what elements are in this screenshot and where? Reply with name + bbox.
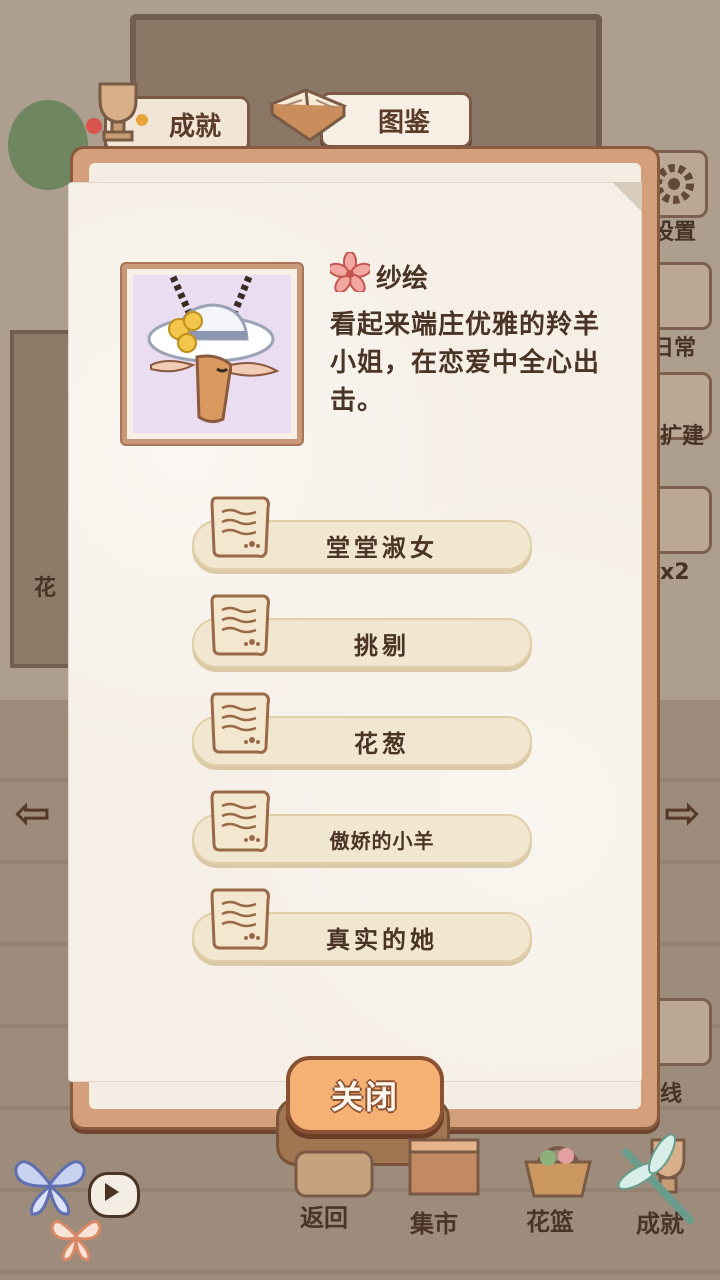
trait-label: 挑剔 xyxy=(354,631,410,660)
basket-icon xyxy=(524,1146,592,1198)
trophy-icon xyxy=(86,82,148,142)
note-icon xyxy=(210,888,270,950)
flower-icon xyxy=(330,252,370,292)
market-label: 集市 xyxy=(410,1210,458,1238)
note-icon xyxy=(210,496,270,558)
trait-label: 堂堂淑女 xyxy=(326,533,438,562)
character-name: 纱绘 xyxy=(376,264,429,294)
note-icon xyxy=(210,692,270,754)
trait-label: 真实的她 xyxy=(326,925,438,954)
back-label: 返回 xyxy=(300,1204,348,1232)
trait-label: 花葱 xyxy=(354,729,410,758)
character-portrait xyxy=(122,264,302,444)
dragonfly-icon xyxy=(617,1133,694,1224)
back-icon xyxy=(294,1150,374,1198)
market-icon xyxy=(408,1138,480,1196)
tab-achievement-label: 成就 xyxy=(168,111,221,142)
close-button-label: 关闭 xyxy=(330,1078,399,1116)
paper-fold xyxy=(612,182,642,212)
book-icon xyxy=(268,88,348,142)
tab-codex-label: 图鉴 xyxy=(377,107,430,138)
basket-label: 花篮 xyxy=(526,1208,574,1236)
note-icon xyxy=(210,594,270,656)
character-description: 看起来端庄优雅的羚羊小姐，在恋爱中全心出击。 xyxy=(330,310,601,416)
close-button[interactable]: 关闭 xyxy=(286,1056,444,1134)
antelope-portrait-image xyxy=(147,275,280,424)
note-icon xyxy=(210,790,270,852)
trait-label: 傲娇的小羊 xyxy=(329,828,435,853)
play-icon xyxy=(105,1183,119,1201)
butterfly-pink-icon xyxy=(50,1220,102,1262)
